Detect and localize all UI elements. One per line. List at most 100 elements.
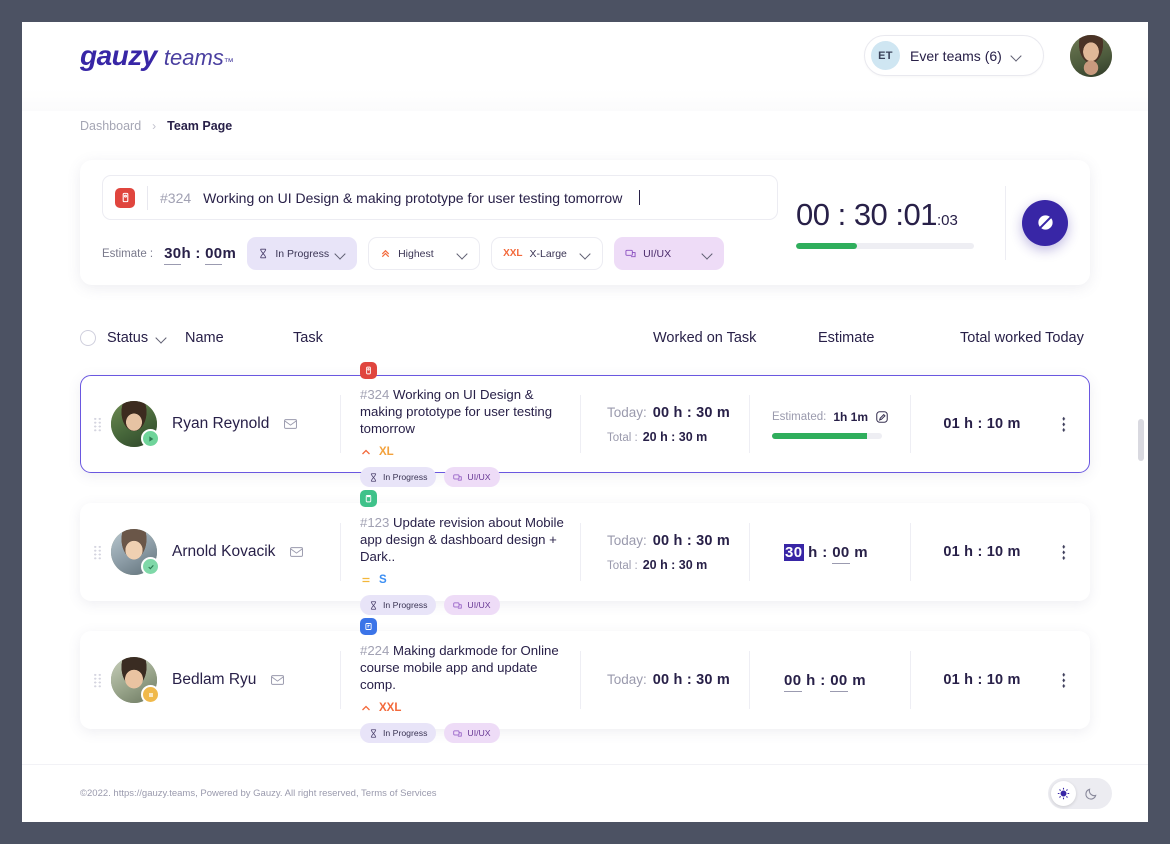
estimated-label: Estimated:	[772, 411, 826, 423]
estimate-minutes[interactable]: 00	[832, 544, 850, 564]
drag-handle[interactable]	[89, 504, 105, 600]
mail-icon[interactable]	[271, 675, 284, 685]
select-all-checkbox[interactable]	[80, 330, 96, 346]
status-pill[interactable]: In Progress	[360, 723, 436, 743]
column-status[interactable]: Status	[107, 330, 185, 346]
drag-handle[interactable]	[89, 632, 105, 728]
mail-icon[interactable]	[290, 547, 303, 557]
theme-toggle[interactable]	[1048, 778, 1112, 809]
priority-dropdown[interactable]: Highest	[368, 237, 480, 270]
logo-gauzy-text: gauzy	[80, 40, 157, 72]
label-pill[interactable]: UI/UX	[444, 595, 499, 615]
app-logo[interactable]: gauzy teams ™	[80, 40, 234, 72]
row-menu-button[interactable]	[1053, 504, 1075, 600]
status-dropdown[interactable]: In Progress	[247, 237, 357, 270]
user-avatar[interactable]	[1070, 35, 1112, 77]
task-size-tag[interactable]: XXL	[379, 702, 401, 714]
task-size-tag[interactable]: XL	[379, 446, 394, 458]
column-estimate: Estimate	[818, 330, 960, 346]
timer-stop-button[interactable]	[1022, 200, 1068, 246]
team-selector[interactable]: ET Ever teams (6)	[864, 35, 1044, 76]
chevron-down-icon	[458, 249, 468, 259]
mail-icon[interactable]	[284, 419, 297, 429]
estimated-value: 1h 1m	[833, 410, 868, 424]
avatar[interactable]	[111, 529, 157, 575]
estimate-hours-unit: h	[806, 672, 816, 689]
task-title-input[interactable]: #324 Working on UI Design & making proto…	[102, 175, 778, 220]
task-title-line[interactable]: #324 Working on UI Design & making proto…	[360, 361, 564, 458]
priority-highest-icon[interactable]	[360, 702, 372, 714]
breadcrumb-dashboard[interactable]: Dashboard	[80, 119, 141, 133]
table-row[interactable]: Ryan Reynold	[80, 375, 1090, 473]
app-window: gauzy teams ™ ET Ever teams (6) Dashboar…	[22, 22, 1148, 822]
scrollbar-thumb[interactable]	[1138, 419, 1144, 461]
estimate-hours[interactable]: 30	[164, 245, 181, 265]
estimate-hours-selected[interactable]: 30	[784, 544, 804, 561]
priority-highest-icon[interactable]	[360, 446, 372, 458]
vertical-scrollbar[interactable]	[1138, 419, 1144, 764]
task-pills: In Progress UI/UX	[360, 723, 564, 743]
estimate-hours[interactable]: 00	[784, 672, 802, 692]
task-title: Working on UI Design & making prototype …	[360, 387, 552, 436]
drag-handle[interactable]	[89, 376, 105, 472]
active-task-card: #324 Working on UI Design & making proto…	[80, 160, 1090, 285]
label-dropdown[interactable]: UI/UX	[614, 237, 724, 270]
table-row[interactable]: Bedlam Ryu	[80, 631, 1090, 729]
priority-medium-icon[interactable]	[360, 574, 372, 586]
row-menu-button[interactable]	[1053, 632, 1075, 728]
label-pill[interactable]: UI/UX	[444, 723, 499, 743]
task-size-tag[interactable]: S	[379, 574, 387, 586]
estimate-minutes[interactable]: 00	[205, 245, 222, 265]
estimate-editor[interactable]: 30 h : 00 m	[784, 544, 910, 561]
breadcrumb: Dashboard › Team Page	[22, 89, 1148, 133]
active-task-controls: Estimate : 30h : 00m In Progress	[102, 237, 778, 270]
column-total-worked-today: Total worked Today	[960, 330, 1090, 346]
task-cell: #224 Making darkmode for Online course m…	[341, 632, 580, 728]
task-title: Update revision about Mobile app design …	[360, 515, 564, 564]
row-menu-button[interactable]	[1053, 376, 1075, 472]
task-type-icon	[360, 490, 377, 507]
member-cell: Ryan Reynold	[105, 376, 340, 472]
size-dropdown[interactable]: XXL X-Large	[491, 237, 603, 270]
timer-display: 00 : 30 :01:03	[796, 197, 989, 233]
avatar[interactable]	[111, 401, 157, 447]
estimate-progress-fill	[772, 433, 867, 439]
estimate-value[interactable]: 30h : 00m	[164, 245, 236, 262]
edit-pencil-icon[interactable]	[875, 410, 889, 424]
task-pills: In Progress UI/UX	[360, 467, 564, 487]
label-pill[interactable]: UI/UX	[444, 467, 499, 487]
total-value: 20 h : 30 m	[643, 558, 708, 572]
total-worked: Total :20 h : 30 m	[607, 430, 749, 444]
today-label: Today:	[607, 672, 647, 687]
member-name: Bedlam Ryu	[172, 671, 256, 689]
chevron-down-icon	[703, 249, 713, 259]
status-pill-label: In Progress	[383, 728, 427, 738]
status-pill[interactable]: In Progress	[360, 595, 436, 615]
task-text: #224 Making darkmode for Online course m…	[360, 642, 564, 693]
estimate-minutes[interactable]: 00	[830, 672, 848, 692]
task-cell: #123 Update revision about Mobile app de…	[341, 504, 580, 600]
estimate-progress-bar	[772, 433, 882, 439]
table-row[interactable]: Arnold Kovacik	[80, 503, 1090, 601]
dark-mode-button[interactable]	[1078, 781, 1103, 806]
label-dropdown-label: UI/UX	[643, 248, 671, 260]
member-cell: Arnold Kovacik	[105, 504, 340, 600]
light-mode-button[interactable]	[1051, 781, 1076, 806]
estimate-editor[interactable]: 00 h : 00 m	[784, 672, 910, 689]
status-pill[interactable]: In Progress	[360, 467, 436, 487]
label-pill-label: UI/UX	[467, 600, 490, 610]
worked-cell: Today:00 h : 30 m Total :20 h : 30 m	[581, 504, 749, 600]
presence-pause-icon	[141, 685, 160, 704]
task-type-icon	[360, 362, 377, 379]
avatar[interactable]	[111, 657, 157, 703]
task-title-line[interactable]: #224 Making darkmode for Online course m…	[360, 617, 564, 714]
breadcrumb-current: Team Page	[167, 119, 232, 133]
today-worked: Today:00 h : 30 m	[607, 672, 749, 688]
task-number: #324	[360, 387, 389, 402]
task-title-line[interactable]: #123 Update revision about Mobile app de…	[360, 489, 564, 586]
today-worked: Today:00 h : 30 m	[607, 533, 749, 549]
total-worked: Total :20 h : 30 m	[607, 558, 749, 572]
scroll-content: Dashboard › Team Page #324 Worki	[22, 89, 1148, 764]
app-footer: ©2022. https://gauzy.teams, Powered by G…	[22, 764, 1148, 822]
estimate-label: Estimate :	[102, 248, 153, 260]
